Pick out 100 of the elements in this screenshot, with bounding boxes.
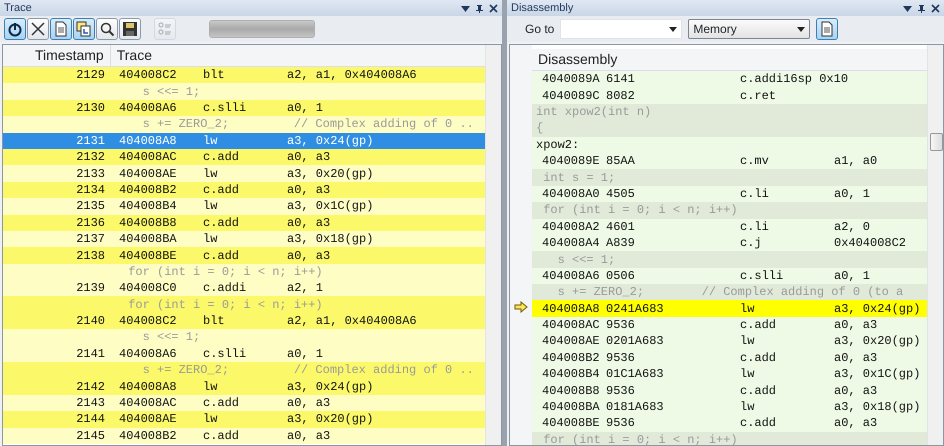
source-line: for (int i = 0; i < n; i++) xyxy=(127,264,323,281)
source-line: s <<= 1; xyxy=(142,329,200,346)
mnemonic-text: c.add xyxy=(203,395,240,412)
operand-text: a0, a3 xyxy=(287,395,330,412)
disassembly-row[interactable]: 404008AE 0201A683 lw a3, 0x20(gp) xyxy=(532,333,927,350)
trace-row[interactable]: 2130 404008A6 c.slli a0, 1 xyxy=(3,100,485,116)
disassembly-row[interactable]: 404008AC 9536 c.add a0, a3 xyxy=(532,316,927,334)
close-icon[interactable] xyxy=(489,4,498,12)
operand-text: a1, a0 xyxy=(834,153,878,170)
toolbar-button[interactable] xyxy=(4,18,26,40)
operand-text: a0, 1 xyxy=(287,346,324,363)
trace-row[interactable]: 2136 404008B8 c.add a0, a3 xyxy=(3,214,485,231)
disassembly-row[interactable]: 404008A4 A839 c.j 0x404008C2 xyxy=(532,234,927,252)
address-text: 404008B2 xyxy=(542,350,601,367)
document-arrow-icon xyxy=(76,21,92,37)
disassembly-row[interactable]: 404008BE 9536 c.add a0, a3 xyxy=(532,415,927,432)
trace-row[interactable]: 2143 404008AC c.add a0, a3 xyxy=(3,394,485,412)
disassembly-row[interactable]: 404008BA 0181A683 lw a3, 0x18(gp) xyxy=(532,398,927,416)
address-text: 404008AC xyxy=(119,149,178,166)
memory-dropdown[interactable]: Memory xyxy=(688,19,810,39)
address-text: 404008BE xyxy=(542,415,601,432)
address-text: 404008A6 xyxy=(119,100,178,117)
trace-row[interactable]: 2142 404008A8 lw a3, 0x24(gp) xyxy=(3,378,485,395)
trace-row[interactable]: 2144 404008AE lw a3, 0x20(gp) xyxy=(3,411,485,428)
address-field[interactable] xyxy=(560,19,682,39)
operand-text: a3, 0x24(gp) xyxy=(834,300,920,318)
dropdown-icon[interactable] xyxy=(669,26,678,32)
toolbar-button[interactable] xyxy=(96,18,118,40)
mnemonic-text: c.slli xyxy=(203,100,248,117)
trace-row[interactable]: 2139 404008C0 c.addi a2, 1 xyxy=(3,280,485,296)
opcode-text: 85AA xyxy=(606,153,636,170)
address-text: 404008A8 xyxy=(542,300,601,318)
source-line: for (int i = 0; i < n; i++) xyxy=(127,296,323,314)
opcode-text: 6141 xyxy=(606,71,636,88)
disassembly-row[interactable]: 4040089C 8082 c.ret xyxy=(532,87,927,104)
disassembly-row[interactable]: 404008B2 9536 c.add a0, a3 xyxy=(532,350,927,366)
operand-text: a0, a3 xyxy=(834,350,878,367)
column-header[interactable]: Trace xyxy=(110,45,158,66)
toolbar-button[interactable] xyxy=(50,18,72,40)
timestamp-text: 2135 xyxy=(75,198,105,216)
panel-title: Trace xyxy=(4,0,33,16)
dropdown-icon[interactable] xyxy=(903,4,912,12)
timestamp-text: 2145 xyxy=(75,428,105,445)
mnemonic-text: c.add xyxy=(203,248,240,264)
opcode-text: 9536 xyxy=(606,415,636,432)
trace-row[interactable]: 2137 404008BA lw a3, 0x18(gp) xyxy=(3,230,485,248)
pin-icon[interactable] xyxy=(475,4,484,12)
close-icon xyxy=(30,21,46,37)
scroll-thumb[interactable] xyxy=(930,133,943,151)
operand-text: a0, 1 xyxy=(287,100,324,117)
trace-row[interactable]: 2138 404008BE c.add a0, a3 xyxy=(3,247,485,264)
disassembly-row[interactable]: 404008A0 4505 c.li a0, 1 xyxy=(532,186,927,202)
toolbar-button[interactable] xyxy=(73,18,95,40)
label-text: xpow2: xyxy=(536,136,580,154)
pin-icon[interactable] xyxy=(917,4,926,12)
disassembly-row[interactable]: 4040089E 85AA c.mv a1, a0 xyxy=(532,152,927,170)
scrollbar[interactable] xyxy=(485,45,501,445)
dropdown-icon xyxy=(797,26,806,32)
address-text: 404008B8 xyxy=(119,214,178,232)
toolbar-button[interactable] xyxy=(119,18,141,40)
opcode-text: 9536 xyxy=(606,350,636,367)
operand-text: a0, a3 xyxy=(834,415,878,432)
trace-row[interactable]: 2140 404008C2 blt a2, a1, 0x404008A6 xyxy=(3,312,485,330)
disassembly-row[interactable]: 404008A8 0241A683 lw a3, 0x24(gp) xyxy=(532,300,927,317)
source-line: { xyxy=(536,120,544,138)
operand-text: a3, 0x24(gp) xyxy=(287,132,374,150)
operand-text: a0, a3 xyxy=(287,248,330,264)
trace-row[interactable]: 2145 404008B2 c.add a0, a3 xyxy=(3,428,485,444)
operand-text: a2, 1 xyxy=(287,280,324,298)
address-text: 404008AE xyxy=(119,166,178,183)
address-text: 404008A8 xyxy=(119,378,178,396)
mnemonic-text: lw xyxy=(203,378,218,396)
trace-row[interactable]: 2134 404008B2 c.add a0, a3 xyxy=(3,182,485,198)
trace-row[interactable]: 2133 404008AE lw a3, 0x20(gp) xyxy=(3,165,485,182)
close-icon[interactable] xyxy=(931,4,940,12)
mnemonic-text: lw xyxy=(740,333,756,350)
disassembly-row[interactable]: 4040089A 6141 c.addi16sp 0x10 xyxy=(532,71,927,88)
toolbar-button[interactable] xyxy=(27,18,49,40)
timestamp-text: 2129 xyxy=(75,67,105,84)
trace-row[interactable]: 2132 404008AC c.add a0, a3 xyxy=(3,148,485,166)
dropdown-icon[interactable] xyxy=(461,4,470,12)
disassembly-row[interactable]: 404008B4 01C1A683 lw a3, 0x1C(gp) xyxy=(532,366,927,382)
column-header[interactable]: Timestamp xyxy=(3,45,111,66)
document-icon xyxy=(53,21,69,37)
address-text: 404008B2 xyxy=(119,428,178,445)
scrollbar[interactable] xyxy=(927,45,943,445)
trace-row[interactable]: 2135 404008B4 lw a3, 0x1C(gp) xyxy=(3,198,485,215)
disassembly-row[interactable]: 404008B8 9536 c.add a0, a3 xyxy=(532,382,927,399)
disassembly-row[interactable]: 404008A6 0506 c.slli a0, 1 xyxy=(532,268,927,284)
operand-text: a3, 0x18(gp) xyxy=(834,399,920,416)
trace-row[interactable]: 2141 404008A6 c.slli a0, 1 xyxy=(3,346,485,362)
source-line: s <<= 1; xyxy=(142,84,200,101)
disassembly-row[interactable]: 404008A2 4601 c.li a2, 0 xyxy=(532,218,927,235)
trace-row[interactable]: 2129 404008C2 blt a2, a1, 0x404008A6 xyxy=(3,67,485,84)
timestamp-text: 2131 xyxy=(75,132,105,150)
mnemonic-text: c.mv xyxy=(740,153,770,170)
toolbar-button[interactable] xyxy=(816,18,838,40)
opcode-text: 0201A683 xyxy=(606,333,665,350)
opcode-text: 01C1A683 xyxy=(606,366,665,384)
mnemonic-text: lw xyxy=(203,411,218,428)
